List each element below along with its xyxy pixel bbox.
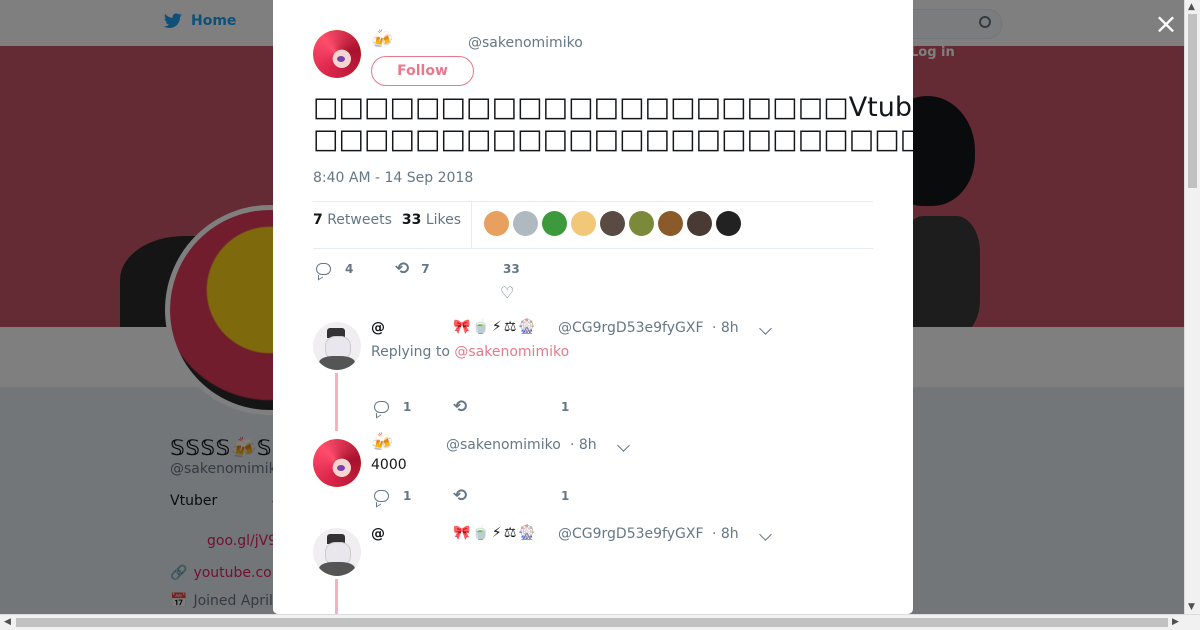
chevron-down-icon[interactable] xyxy=(759,528,772,541)
scroll-thumb[interactable] xyxy=(16,618,1168,627)
tweet-text-line-2: □□□□□□□□□□□□□□□□□□□□□□□□□□□□□ xyxy=(313,124,913,155)
retweet-action[interactable]: ⟲ xyxy=(453,486,468,506)
reply-text: 4000 xyxy=(371,457,407,473)
reply-action[interactable]: 4 xyxy=(316,262,353,276)
tweet-stats: 7 Retweets 33 Likes xyxy=(313,212,461,228)
thread-line xyxy=(335,579,338,614)
author-emoji: 🍻 xyxy=(371,29,394,50)
retweet-icon: ⟲ xyxy=(453,486,468,506)
reply-action[interactable]: 1 xyxy=(374,400,411,414)
retweet-action[interactable]: ⟲ 7 xyxy=(395,259,430,279)
reply-icon xyxy=(316,263,331,275)
follow-button[interactable]: Follow xyxy=(371,56,474,86)
retweets-label: Retweets xyxy=(327,212,392,228)
tweet-text-line-1: □□□□□□□□□□□□□□□□□□□□□Vtuber□□□□□□□□…□□□□… xyxy=(313,92,913,123)
liker-avatar[interactable] xyxy=(513,211,538,236)
divider xyxy=(313,201,873,202)
chevron-down-icon[interactable] xyxy=(759,322,772,335)
like-count-label: 33 xyxy=(503,262,520,276)
reply-icon xyxy=(374,490,389,502)
reply-icon xyxy=(374,401,389,413)
liker-avatar[interactable] xyxy=(542,211,567,236)
reply-author-emojis: 🎀🍵⚡⚖🎡 xyxy=(453,319,538,335)
reply-action[interactable]: 1 xyxy=(374,489,411,503)
liker-avatar[interactable] xyxy=(629,211,654,236)
horizontal-scrollbar[interactable]: ◀ ▶ xyxy=(0,614,1200,630)
likers-list xyxy=(484,211,741,236)
reply-author-handle[interactable]: @CG9rgD53e9fyGXF xyxy=(558,526,704,542)
retweet-action[interactable]: ⟲ xyxy=(453,397,468,417)
replying-to-prefix: Replying to xyxy=(371,344,450,360)
retweets-stat[interactable]: 7 Retweets xyxy=(313,212,392,228)
scroll-down-icon[interactable]: ▼ xyxy=(1188,602,1195,612)
scroll-left-icon[interactable]: ◀ xyxy=(4,617,11,627)
reply-count: 4 xyxy=(345,262,354,276)
vertical-scrollbar[interactable]: ▲ ▼ xyxy=(1184,0,1200,614)
replying-to: Replying to @sakenomimiko xyxy=(371,344,569,360)
like-count-label: 1 xyxy=(561,489,570,503)
reply-avatar[interactable] xyxy=(313,528,361,576)
thread-line xyxy=(335,373,338,431)
tweet-modal: 🍻 @sakenomimiko Follow □□□□□□□□□□□□□□□□□… xyxy=(273,0,913,614)
scroll-right-icon[interactable]: ▶ xyxy=(1172,617,1179,627)
retweet-icon: ⟲ xyxy=(395,259,410,279)
liker-avatar[interactable] xyxy=(571,211,596,236)
stats-divider xyxy=(471,202,472,248)
reply-author-name[interactable]: @ xyxy=(371,526,385,542)
reply-avatar[interactable] xyxy=(313,322,361,370)
scroll-up-icon[interactable]: ▲ xyxy=(1188,2,1195,12)
reply-author-handle[interactable]: @CG9rgD53e9fyGXF xyxy=(558,320,704,336)
author-avatar[interactable] xyxy=(313,30,361,78)
author-handle[interactable]: @sakenomimiko xyxy=(468,35,583,51)
reply-time[interactable]: · 8h xyxy=(712,526,739,542)
replying-to-handle[interactable]: @sakenomimiko xyxy=(454,344,569,360)
reply-count: 1 xyxy=(403,489,412,503)
reply-avatar[interactable] xyxy=(313,439,361,487)
divider xyxy=(313,248,873,249)
retweets-count: 7 xyxy=(313,212,323,228)
scroll-thumb[interactable] xyxy=(1188,14,1197,188)
heart-icon[interactable]: ♡ xyxy=(500,283,514,302)
likes-count: 33 xyxy=(401,212,422,228)
reply-author-emoji: 🍻 xyxy=(371,432,394,453)
tweet-text: □□□□□□□□□□□□□□□□□□□□□Vtuber□□□□□□□□…□□□□… xyxy=(313,92,913,156)
retweet-count: 7 xyxy=(421,262,430,276)
liker-avatar[interactable] xyxy=(687,211,712,236)
liker-avatar[interactable] xyxy=(716,211,741,236)
likes-label: Likes xyxy=(425,212,462,228)
chevron-down-icon[interactable] xyxy=(617,439,630,452)
reply-time[interactable]: · 8h xyxy=(712,320,739,336)
likes-stat[interactable]: 33 Likes xyxy=(402,212,461,228)
reply-author-handle[interactable]: @sakenomimiko xyxy=(446,437,561,453)
reply-author-emojis: 🎀🍵⚡⚖🎡 xyxy=(453,525,538,541)
liker-avatar[interactable] xyxy=(600,211,625,236)
retweet-icon: ⟲ xyxy=(453,397,468,417)
close-icon[interactable]: × xyxy=(1152,10,1180,38)
liker-avatar[interactable] xyxy=(484,211,509,236)
reply-author-name[interactable]: @ xyxy=(371,320,385,336)
like-count-label: 1 xyxy=(561,400,570,414)
tweet-timestamp[interactable]: 8:40 AM - 14 Sep 2018 xyxy=(313,170,473,186)
reply-count: 1 xyxy=(403,400,412,414)
liker-avatar[interactable] xyxy=(658,211,683,236)
reply-time[interactable]: · 8h xyxy=(570,437,597,453)
